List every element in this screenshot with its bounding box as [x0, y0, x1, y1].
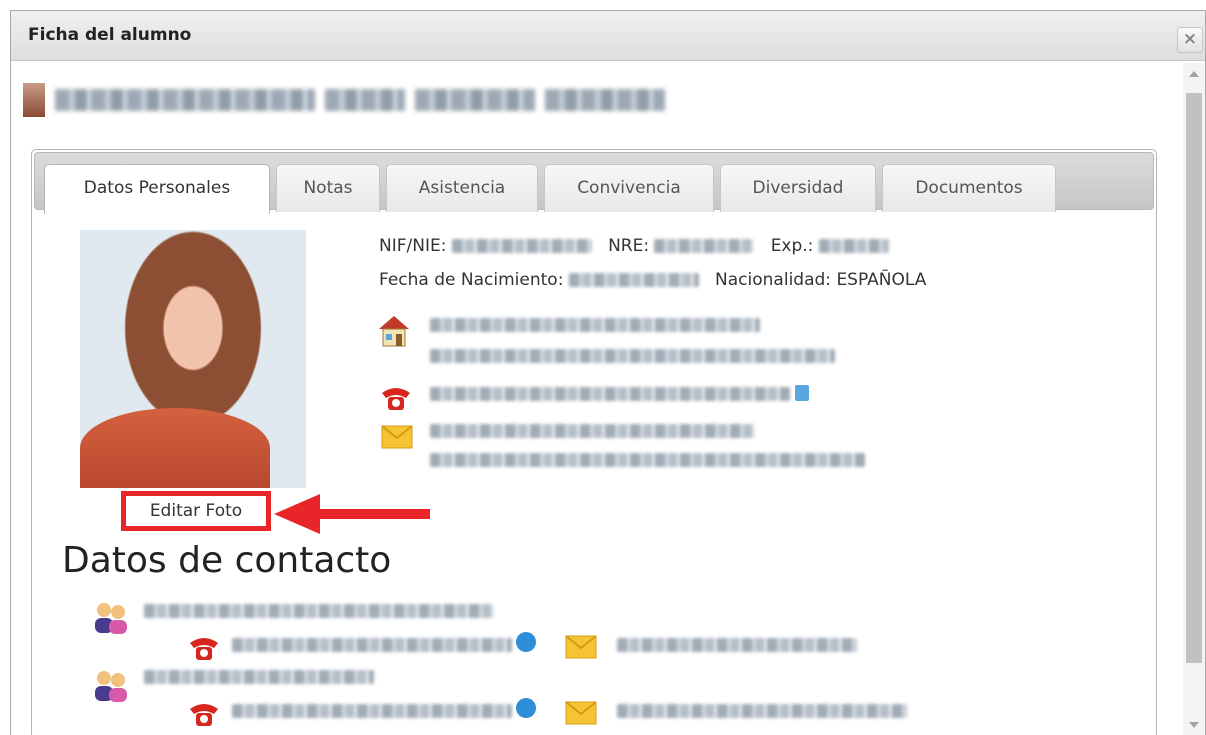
student-photo-body [80, 408, 270, 488]
student-name-redacted [415, 89, 535, 111]
birth-label: Fecha de Nacimiento: [379, 270, 564, 290]
contact-2-name-redacted [144, 670, 374, 684]
telegram-icon[interactable] [516, 698, 536, 718]
tab-asistencia[interactable]: Asistencia [386, 164, 538, 212]
nre-label: NRE: [608, 236, 650, 256]
phone-icon [190, 638, 218, 660]
nif-label: NIF/NIE: [379, 236, 447, 256]
mail-icon [381, 425, 413, 449]
student-name-header [23, 78, 665, 122]
birth-value-redacted [568, 273, 699, 287]
contact-2-phone-redacted [232, 704, 512, 718]
mail-icon [565, 635, 597, 659]
address-line-2-redacted [430, 349, 835, 363]
arrow-annotation-shaft [318, 509, 430, 519]
tab-datos-personales[interactable]: Datos Personales [44, 164, 270, 214]
nif-value-redacted [451, 239, 592, 253]
student-photo [80, 230, 306, 488]
address-line-1-redacted [430, 318, 760, 332]
contact-1-name-redacted [144, 604, 494, 618]
tab-convivencia[interactable]: Convivencia [544, 164, 714, 212]
scroll-down-icon[interactable] [1189, 722, 1199, 728]
contact-1-email-redacted [617, 638, 857, 652]
nationality-label: Nacionalidad: [715, 270, 832, 290]
vertical-scrollbar[interactable] [1183, 63, 1205, 735]
mobile-icon [795, 385, 809, 401]
edit-photo-button[interactable]: Editar Foto [121, 491, 271, 531]
tab-notas[interactable]: Notas [276, 164, 380, 212]
dialog-titlebar[interactable]: Ficha del alumno × [11, 11, 1205, 61]
arrow-annotation-head [274, 494, 320, 534]
student-name-redacted [325, 89, 405, 111]
parents-icon [95, 603, 127, 634]
student-name-redacted [55, 89, 315, 111]
contact-2-email-redacted [617, 704, 907, 718]
close-icon[interactable]: × [1177, 27, 1203, 53]
phone-number-redacted [430, 387, 790, 401]
contact-section-title: Datos de contacto [62, 540, 392, 581]
nre-value-redacted [654, 239, 755, 253]
scroll-thumb[interactable] [1186, 93, 1202, 663]
mail-icon [565, 701, 597, 725]
telegram-icon[interactable] [516, 632, 536, 652]
nationality-value: ESPAÑOLA [836, 270, 927, 290]
contact-1-phone-redacted [232, 638, 512, 652]
tab-documentos[interactable]: Documentos [882, 164, 1056, 212]
email-2-redacted [430, 453, 865, 467]
email-1-redacted [430, 424, 755, 438]
student-name-redacted [545, 89, 665, 111]
tab-strip: Datos Personales Notas Asistencia Conviv… [34, 152, 1154, 214]
exp-value-redacted [818, 239, 889, 253]
birth-line: Fecha de Nacimiento: Nacionalidad: ESPAÑ… [379, 270, 926, 290]
parents-icon [95, 671, 127, 702]
tab-diversidad[interactable]: Diversidad [720, 164, 876, 212]
phone-icon [190, 704, 218, 726]
scroll-up-icon[interactable] [1189, 71, 1199, 77]
house-icon [379, 316, 409, 347]
student-thumbnail [23, 83, 45, 117]
id-line: NIF/NIE: NRE: Exp.: [379, 236, 889, 256]
dialog-title: Ficha del alumno [28, 25, 192, 45]
exp-label: Exp.: [770, 236, 814, 256]
phone-icon [382, 388, 410, 410]
